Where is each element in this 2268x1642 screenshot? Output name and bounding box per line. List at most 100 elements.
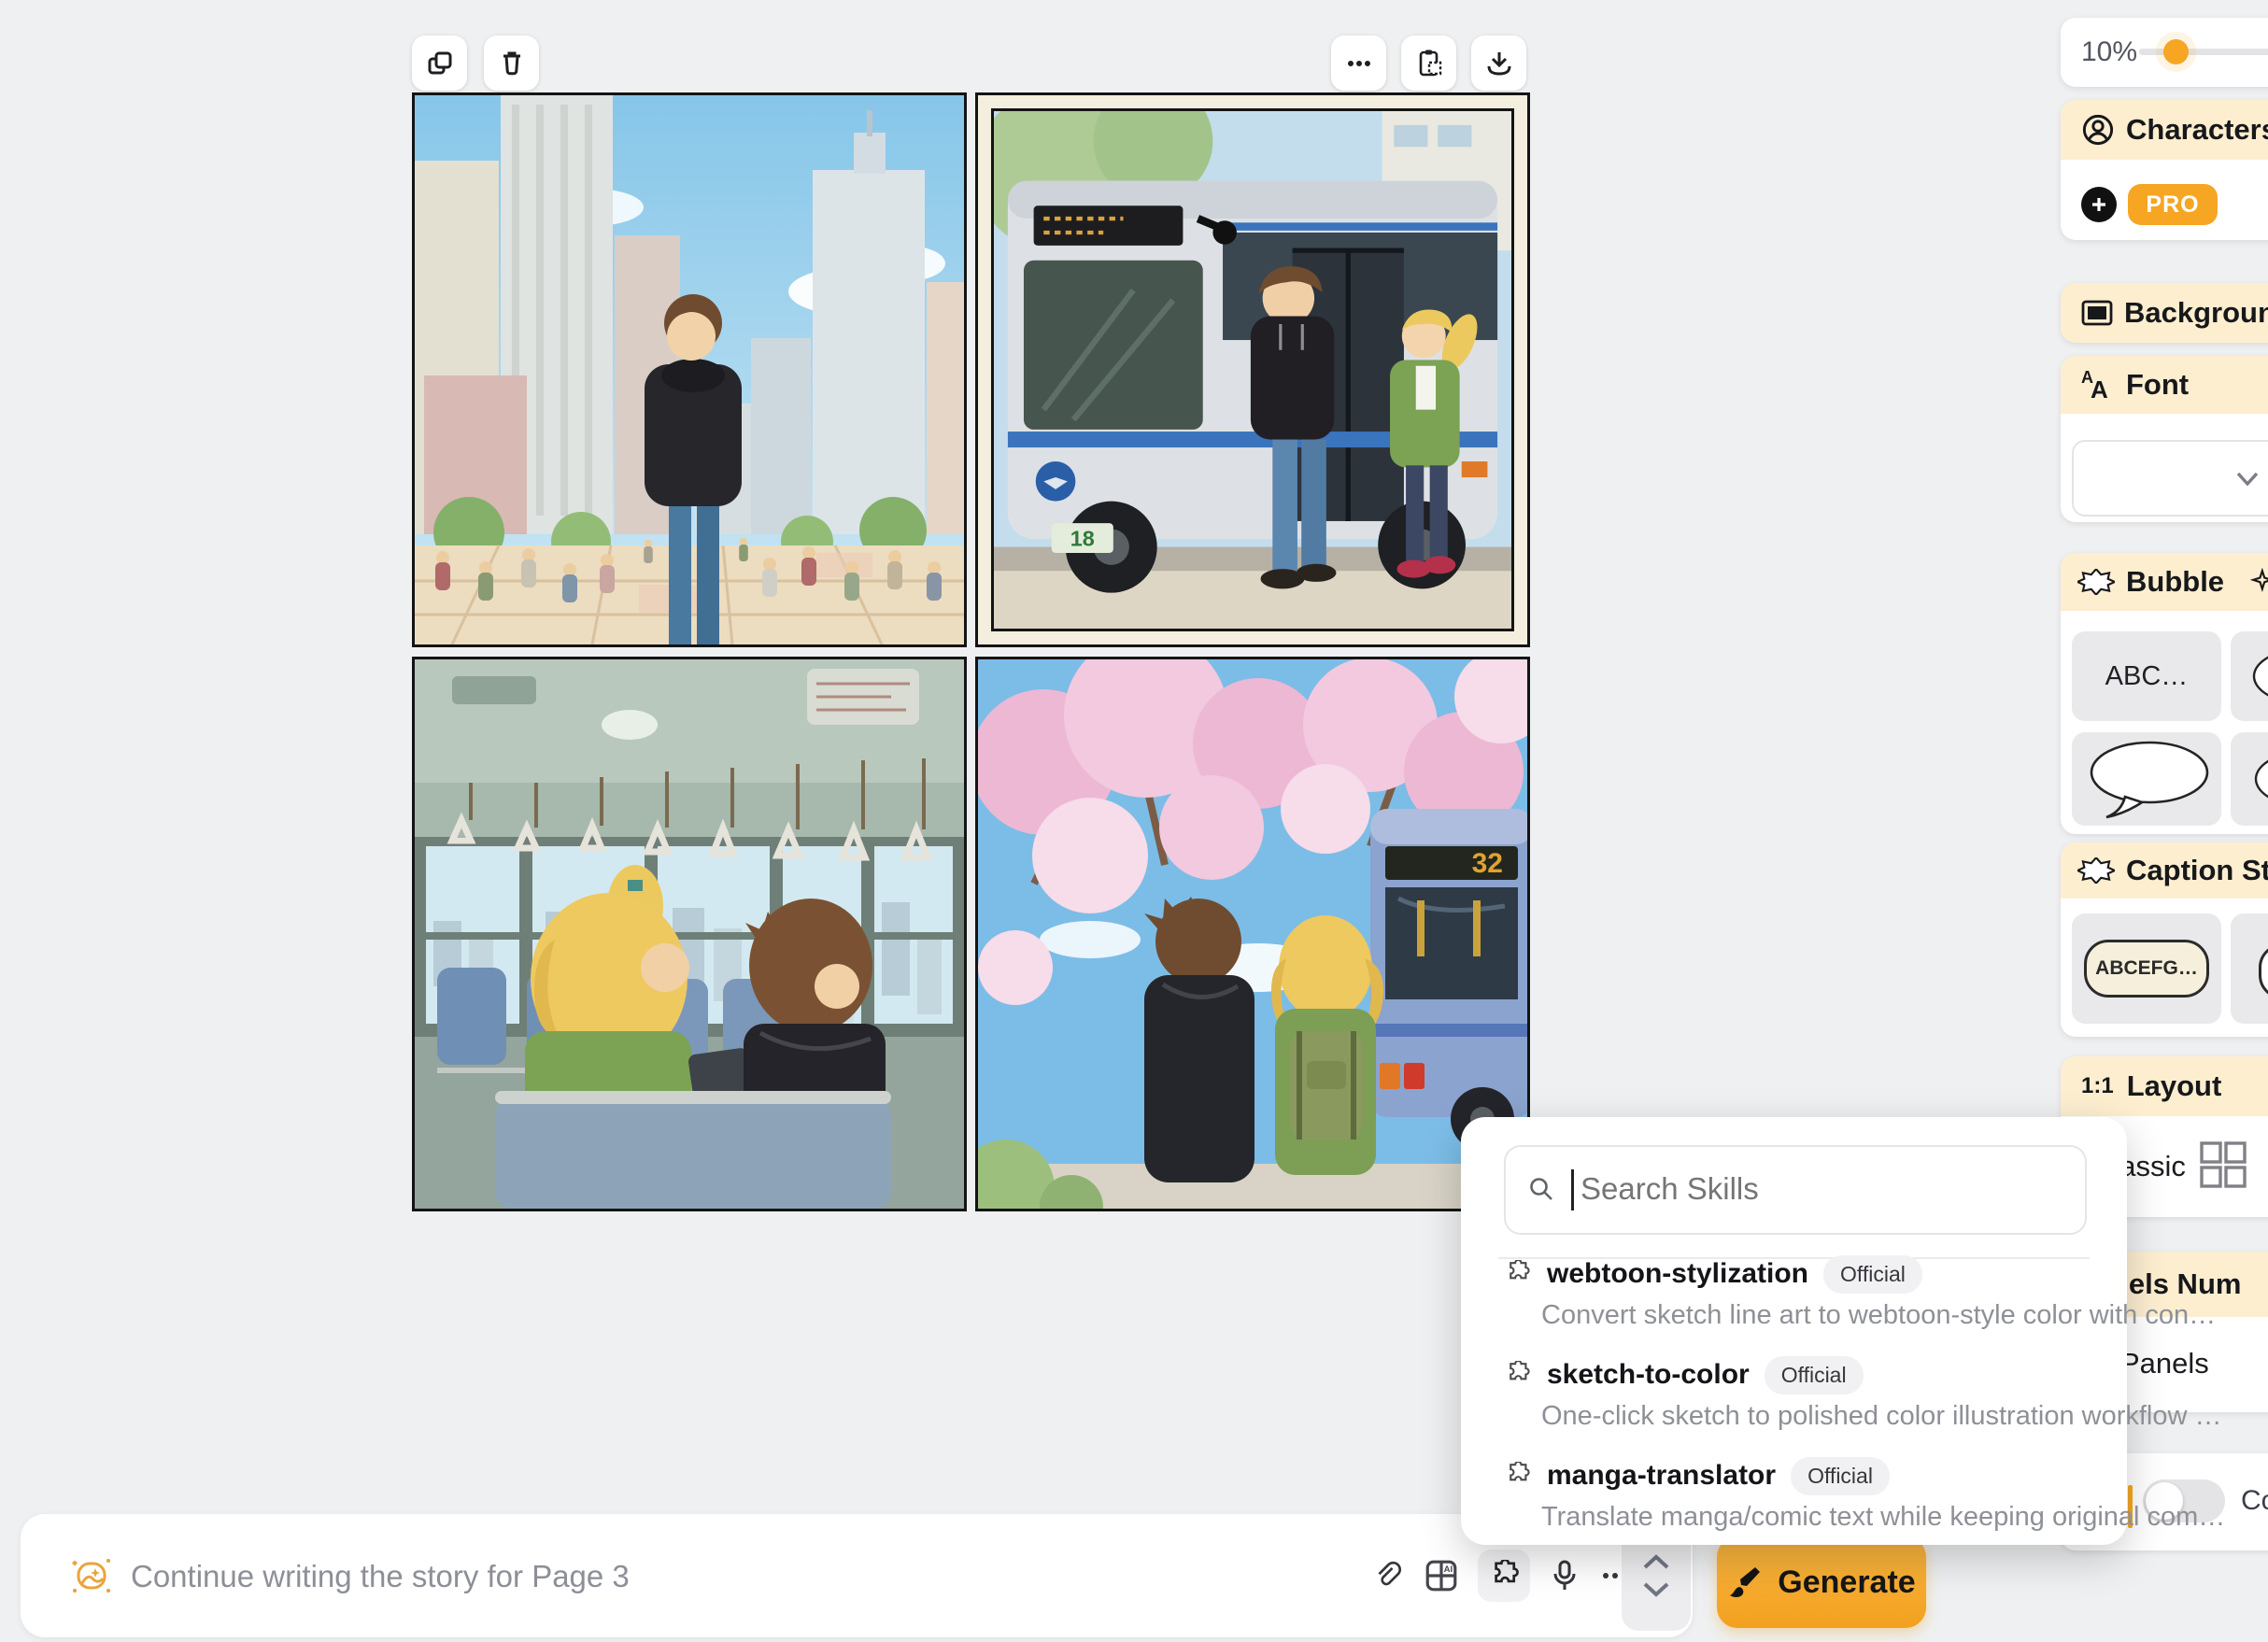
skill-badge: Official [1791,1457,1890,1495]
font-header[interactable]: A A Font [2061,356,2268,414]
bubble-style-speech[interactable] [2072,732,2221,826]
bubble-style-round[interactable] [2231,732,2268,826]
caption-style-header[interactable]: Caption Style [2061,842,2268,899]
brush-icon [1727,1564,1763,1600]
caption-style-label: Caption Style [2126,854,2268,887]
puzzle-icon [1488,1560,1520,1592]
sparkle-icon [2250,568,2268,596]
skill-item-sketch-to-color[interactable]: sketch-to-color Official [1504,1354,1864,1395]
characters-header[interactable]: Characters [2061,100,2268,160]
attach-button[interactable] [1371,1559,1405,1592]
grid-layout-icon [2199,1140,2247,1189]
font-card: A A Font [2061,356,2268,522]
panel-4-bus-number: 32 [1472,848,1503,879]
caption-style-option-2[interactable] [2231,913,2268,1024]
skill-name: sketch-to-color [1547,1359,1750,1391]
bubble-style-oval[interactable] [2231,631,2268,721]
more-button[interactable] [1331,35,1386,91]
chevron-up-icon[interactable] [1642,1553,1670,1570]
prompt-bar: AI [21,1514,1693,1637]
bubble-style-abc[interactable]: ABC… [2072,631,2221,721]
generate-label: Generate [1778,1564,1915,1601]
delete-button[interactable] [484,35,539,91]
zoom-slider-handle[interactable] [2163,39,2189,64]
bubble-header[interactable]: Bubble [2061,553,2268,611]
speech-bubble-icon [2077,735,2217,823]
plus-icon [2090,195,2108,214]
skill-item-webtoon-stylization[interactable]: webtoon-stylization Official [1504,1253,1922,1295]
background-header[interactable]: Background [2061,283,2268,343]
bubble-label: Bubble [2126,565,2224,599]
font-icon: A A [2079,368,2117,402]
puzzle-icon [1504,1260,1532,1288]
caption-style-sample-2 [2259,943,2268,999]
canvas-panel-3[interactable] [412,657,967,1211]
text-caret [1571,1169,1574,1210]
caption-style-card: Caption Style ABCEFG… [2061,842,2268,1037]
svg-text:A: A [2091,375,2108,402]
panel-3-art [415,659,964,1209]
panel-2-license-plate: 18 [1070,527,1095,551]
duplicate-button[interactable] [412,35,467,91]
characters-card: Characters PRO [2061,100,2268,240]
skill-item-manga-translator[interactable]: manga-translator Official [1504,1455,1890,1496]
panel-2-frame: 18 [991,108,1514,631]
generate-button[interactable]: Generate [1717,1536,1926,1628]
zoom-value: 10% [2081,36,2137,68]
caption-style-option-1[interactable]: ABCEFG… [2072,913,2221,1024]
skill-name: webtoon-stylization [1547,1258,1808,1290]
panel-2-art: 18 [994,111,1511,629]
zoom-card: 10% [2061,18,2268,87]
search-icon [1528,1176,1554,1202]
puzzle-icon [1504,1462,1532,1490]
puzzle-icon [1504,1361,1532,1389]
skills-search-input[interactable] [1579,1147,2068,1231]
zoom-slider-track[interactable] [2139,49,2268,55]
ai-panels-button[interactable]: AI [1424,1558,1459,1593]
image-sparkle-icon [71,1555,112,1596]
skills-popover: webtoon-stylization Official Convert ske… [1461,1117,2127,1545]
canvas-panel-2[interactable]: 18 [975,92,1530,647]
background-card: Background [2061,283,2268,343]
panels-num-value[interactable]: Panels [2120,1347,2209,1380]
background-icon [2081,300,2113,326]
panel-4-art: 32 [978,659,1527,1209]
skill-badge: Official [1765,1356,1864,1394]
oval-bubble-icon [2235,639,2268,714]
more-icon [1343,48,1375,79]
bubble-card: Bubble ABC… [2061,553,2268,834]
skills-button[interactable] [1478,1550,1530,1602]
layout-header[interactable]: 1:1 Layout [2061,1056,2268,1116]
canvas-panel-1[interactable] [412,92,967,647]
canvas-panel-4[interactable]: 32 [975,657,1530,1211]
toggle-label: Con [2241,1485,2268,1517]
trash-icon [497,49,527,78]
download-icon [1483,48,1515,79]
panel-1-art [415,95,964,644]
duplicate-icon [425,49,455,78]
font-select[interactable] [2072,440,2268,517]
prompt-input[interactable] [129,1514,1254,1639]
chevron-down-icon[interactable] [1642,1581,1670,1598]
skill-description: Translate manga/comic text while keeping… [1541,1502,2225,1533]
download-button[interactable] [1471,35,1526,91]
skill-badge: Official [1823,1255,1922,1294]
font-label: Font [2126,368,2189,402]
pro-badge[interactable]: PRO [2128,184,2218,225]
bubble-icon [2077,569,2115,595]
round-bubble-icon [2235,740,2268,818]
skill-description: Convert sketch line art to webtoon-style… [1541,1300,2216,1331]
paste-button[interactable] [1401,35,1456,91]
caption-style-sample: ABCEFG… [2084,940,2209,998]
mic-button[interactable] [1549,1559,1581,1592]
chevron-down-icon [2236,472,2259,487]
svg-text:AI: AI [1444,1564,1453,1575]
skill-description: One-click sketch to polished color illus… [1541,1401,2222,1432]
clipboard-paste-icon [1413,48,1445,79]
skills-search-box [1504,1145,2087,1235]
characters-label: Characters [2126,113,2268,147]
add-character-button[interactable] [2081,187,2117,222]
paperclip-icon [1371,1559,1405,1592]
person-icon [2081,113,2115,147]
caption-bubble-icon [2077,857,2115,884]
